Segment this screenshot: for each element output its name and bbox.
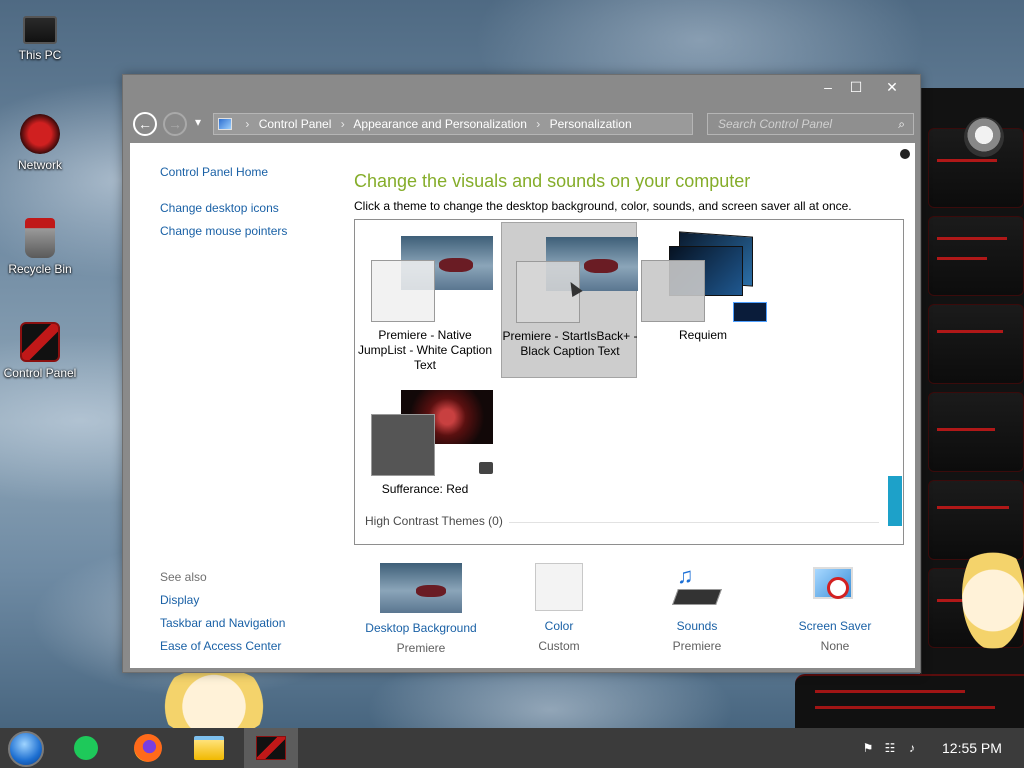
screen-saver-setting[interactable]: Screen Saver None: [765, 563, 905, 653]
theme-item[interactable]: Sufferance: Red: [357, 378, 493, 534]
bottom-widget-skin: [795, 674, 1024, 728]
monitor-icon: [23, 16, 57, 44]
display-link[interactable]: Display: [160, 593, 199, 607]
page-title: Change the visuals and sounds on your co…: [354, 171, 751, 191]
notes-icon: [74, 736, 98, 760]
start-orb-icon: [8, 731, 44, 767]
back-button[interactable]: ←: [133, 112, 157, 136]
notification-flag-icon[interactable]: ⚑: [860, 740, 876, 756]
sounds-icon: ♫: [672, 563, 722, 611]
control-panel-small-icon: [218, 118, 232, 130]
control-panel-icon: [256, 736, 286, 760]
speaker-icon: [479, 462, 493, 474]
content-area: Control Panel Home Change desktop icons …: [130, 143, 915, 668]
theme-item[interactable]: Requiem: [639, 222, 775, 378]
cartoon-character-icon: [962, 540, 1024, 650]
high-contrast-group-label: High Contrast Themes (0): [365, 514, 503, 528]
desktop-icon-recycle-bin[interactable]: Recycle Bin: [0, 218, 80, 276]
color-setting[interactable]: Color Custom: [489, 563, 629, 653]
control-panel-home-link[interactable]: Control Panel Home: [160, 165, 268, 179]
theme-item-selected[interactable]: Premiere - StartIsBack+ - Black Caption …: [501, 222, 638, 378]
taskbar-app-firefox[interactable]: [120, 728, 174, 768]
start-button[interactable]: [0, 728, 54, 768]
recent-locations-dropdown[interactable]: ▾: [195, 115, 201, 129]
taskbar-clock[interactable]: 12:55 PM: [942, 740, 1002, 756]
network-icon: [20, 114, 60, 154]
file-explorer-icon: [194, 736, 224, 760]
personalization-window: – ☐ ✕ ← → ▾ › Control Panel › Appearance…: [122, 74, 921, 673]
firefox-icon: [134, 734, 162, 762]
theme-list: Premiere - Native JumpList - White Capti…: [354, 219, 904, 545]
theme-item[interactable]: Premiere - Native JumpList - White Capti…: [357, 222, 493, 378]
change-desktop-icons-link[interactable]: Change desktop icons: [160, 201, 279, 215]
ease-of-access-link[interactable]: Ease of Access Center: [160, 639, 281, 653]
address-bar[interactable]: › Control Panel › Appearance and Persona…: [213, 113, 693, 135]
theme-color-swatch: [371, 260, 435, 322]
search-icon: ⌕: [898, 117, 905, 131]
screen-saver-thumbnail: [733, 302, 767, 322]
breadcrumb-personalization[interactable]: Personalization: [550, 117, 632, 131]
close-button[interactable]: ✕: [877, 77, 907, 97]
alienware-logo-icon: [964, 117, 1004, 157]
desktop-icon-this-pc[interactable]: This PC: [0, 10, 80, 62]
change-mouse-pointers-link[interactable]: Change mouse pointers: [160, 224, 287, 238]
theme-color-swatch: [371, 414, 435, 476]
minimize-button[interactable]: –: [813, 77, 843, 97]
desktop-background-setting[interactable]: Desktop Background Premiere: [351, 563, 491, 655]
forward-button[interactable]: →: [163, 112, 187, 136]
theme-color-swatch: [641, 260, 705, 322]
taskbar-app-file-explorer[interactable]: [182, 728, 236, 768]
help-icon[interactable]: [900, 149, 910, 159]
wallpaper-thumbnail-icon: [380, 563, 462, 613]
taskbar-app-notes[interactable]: [58, 728, 112, 768]
network-status-icon[interactable]: ☷: [882, 740, 898, 756]
desktop-icon-network[interactable]: Network: [0, 114, 80, 172]
group-divider: [509, 522, 879, 523]
page-description: Click a theme to change the desktop back…: [354, 199, 852, 213]
control-panel-icon: [20, 322, 60, 362]
taskbar: ⚑ ☷ ♪ 12:55 PM: [0, 728, 1024, 768]
color-swatch-icon: [535, 563, 583, 611]
see-also-heading: See also: [160, 570, 207, 584]
breadcrumb-control-panel[interactable]: Control Panel: [259, 117, 332, 131]
sounds-setting[interactable]: ♫ Sounds Premiere: [627, 563, 767, 653]
taskbar-navigation-link[interactable]: Taskbar and Navigation: [160, 616, 285, 630]
breadcrumb-appearance[interactable]: Appearance and Personalization: [353, 117, 526, 131]
screen-saver-icon: [811, 563, 859, 611]
taskbar-app-control-panel[interactable]: [244, 728, 298, 768]
desktop-icon-control-panel[interactable]: Control Panel: [0, 322, 80, 380]
scrollbar-thumb[interactable]: [888, 476, 902, 526]
address-bar-row: ← → ▾ › Control Panel › Appearance and P…: [133, 111, 915, 137]
volume-icon[interactable]: ♪: [904, 740, 920, 756]
maximize-button[interactable]: ☐: [841, 77, 871, 97]
search-input[interactable]: Search Control Panel ⌕: [707, 113, 914, 135]
recycle-bin-icon: [25, 218, 55, 258]
